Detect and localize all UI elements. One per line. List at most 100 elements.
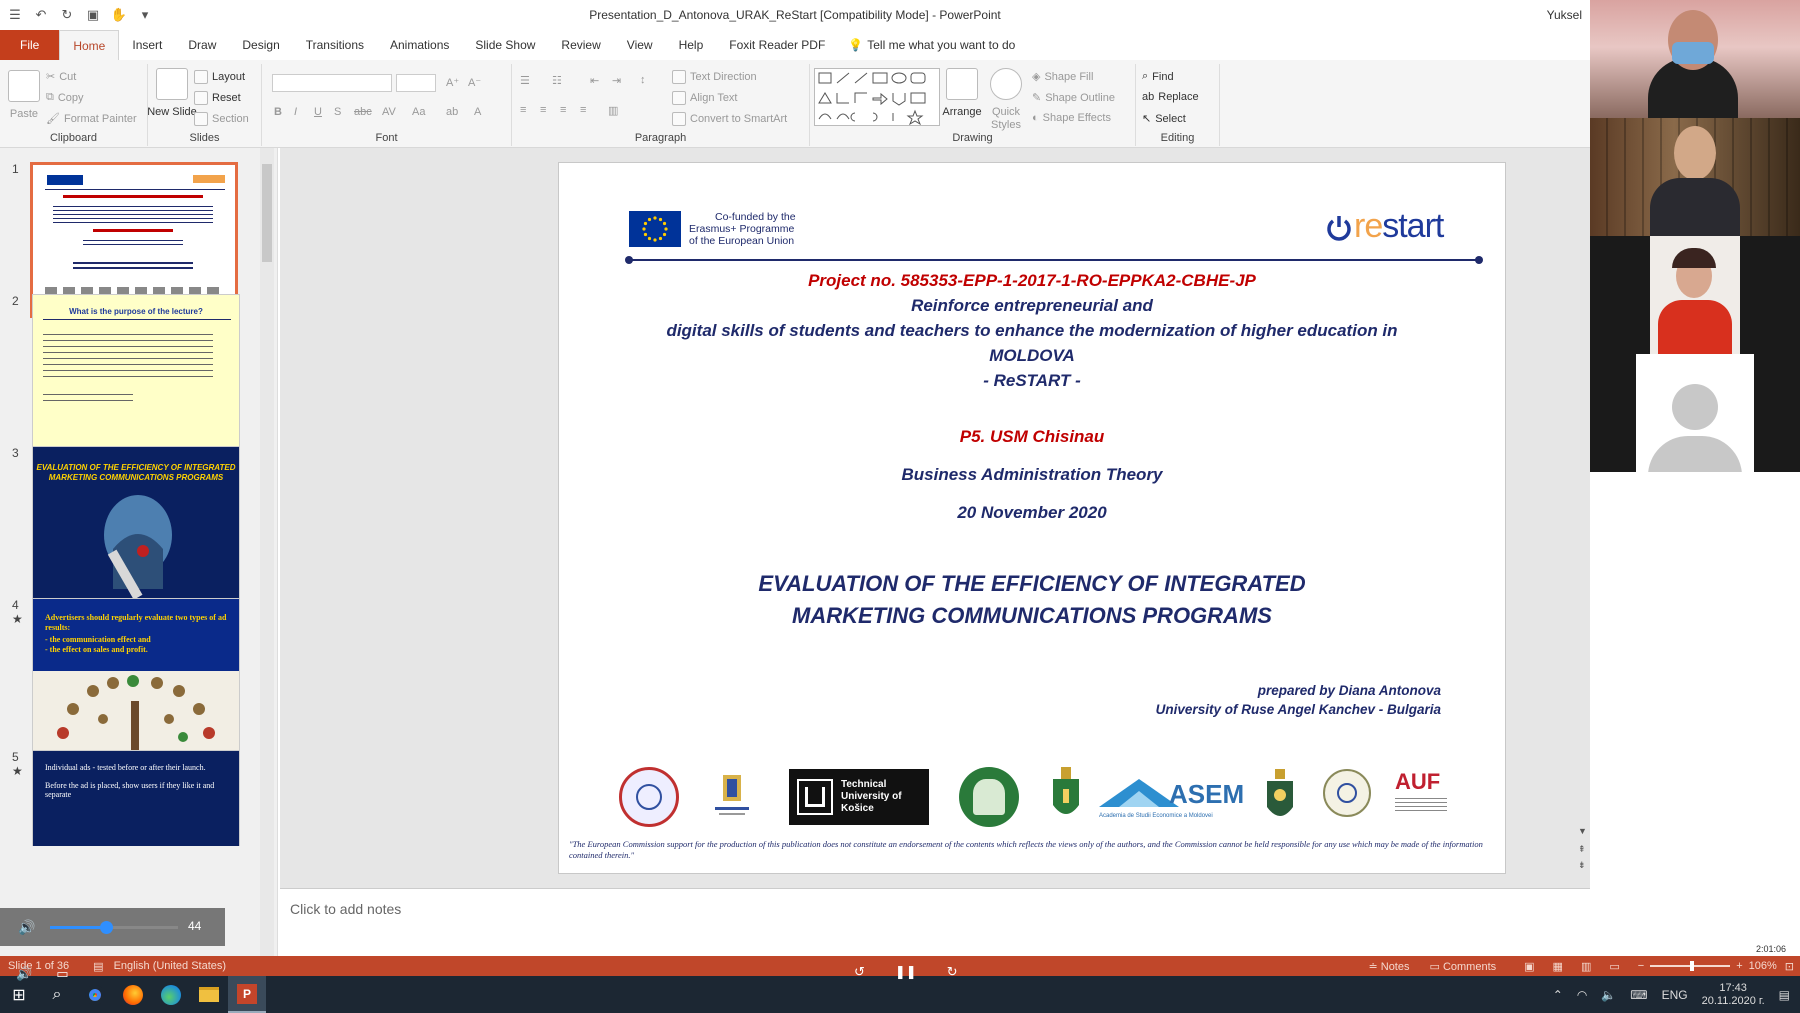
tell-me-box[interactable]: 💡 Tell me what you want to do bbox=[838, 30, 1025, 60]
pause-icon[interactable]: ❚❚ bbox=[895, 964, 917, 980]
replace-button[interactable]: ab Replace bbox=[1142, 91, 1199, 103]
tab-design[interactable]: Design bbox=[229, 30, 292, 60]
volume-knob[interactable] bbox=[100, 921, 114, 934]
quick-styles-button[interactable]: Quick Styles bbox=[986, 68, 1026, 132]
zoom-slider[interactable] bbox=[1650, 961, 1731, 971]
forward-30-icon[interactable]: ↻ bbox=[947, 964, 958, 980]
speaker-icon[interactable]: 🔊 bbox=[18, 919, 35, 936]
text-direction-button[interactable]: Text Direction bbox=[672, 70, 757, 84]
chevron-up-icon[interactable]: ⌃ bbox=[1553, 988, 1563, 1002]
keyboard-icon[interactable]: ⌨ bbox=[1630, 988, 1647, 1002]
underline-button[interactable]: U bbox=[314, 106, 322, 118]
copy-button[interactable]: ⧉ Copy bbox=[46, 91, 84, 104]
font-name-input[interactable] bbox=[272, 74, 392, 92]
decrease-indent-button[interactable]: ⇤ bbox=[590, 74, 599, 87]
zoom-knob[interactable] bbox=[1690, 961, 1695, 971]
grow-font-button[interactable]: A⁺ bbox=[446, 76, 459, 89]
bullets-button[interactable]: ☰ bbox=[520, 74, 530, 87]
shape-outline-button[interactable]: ✎ Shape Outline bbox=[1032, 91, 1115, 105]
zoom-in-icon[interactable]: + bbox=[1736, 960, 1742, 972]
scrollbar-thumb[interactable] bbox=[262, 164, 272, 262]
tab-insert[interactable]: Insert bbox=[119, 30, 175, 60]
tab-file[interactable]: File bbox=[0, 30, 60, 60]
notes-button[interactable]: ≐ Notes bbox=[1368, 960, 1409, 973]
cut-button[interactable]: ✂ Cut bbox=[46, 70, 76, 84]
chrome-icon[interactable] bbox=[76, 976, 114, 1013]
next-slide-icon[interactable]: ⇟ bbox=[1578, 860, 1586, 871]
tab-home[interactable]: Home bbox=[59, 30, 120, 60]
convert-smartart-button[interactable]: Convert to SmartArt bbox=[672, 112, 787, 126]
tab-draw[interactable]: Draw bbox=[175, 30, 229, 60]
align-text-button[interactable]: Align Text bbox=[672, 91, 738, 105]
increase-indent-button[interactable]: ⇥ bbox=[612, 74, 621, 87]
previous-slide-icon[interactable]: ⇞ bbox=[1578, 844, 1586, 855]
normal-view-icon[interactable]: ▣ bbox=[1524, 960, 1534, 973]
change-case-button[interactable]: Aa bbox=[412, 106, 425, 118]
comments-button[interactable]: ▭ Comments bbox=[1430, 960, 1497, 973]
arrange-button[interactable]: Arrange bbox=[942, 68, 982, 118]
select-button[interactable]: ↖ Select bbox=[1142, 112, 1186, 126]
fit-slide-icon[interactable]: ⊡ bbox=[1785, 960, 1794, 973]
edge-icon[interactable] bbox=[152, 976, 190, 1013]
language-indicator[interactable]: English (United States) bbox=[114, 960, 227, 972]
file-explorer-icon[interactable] bbox=[190, 976, 228, 1013]
thumbnail-slide-4[interactable]: Advertisers should regularly evaluate tw… bbox=[32, 598, 240, 754]
shapes-gallery[interactable] bbox=[814, 68, 940, 126]
chat-icon[interactable]: ▭ bbox=[56, 966, 68, 982]
bold-button[interactable]: B bbox=[274, 106, 282, 118]
tab-animations[interactable]: Animations bbox=[377, 30, 462, 60]
numbering-button[interactable]: ☷ bbox=[552, 74, 562, 87]
highlight-button[interactable]: ab bbox=[446, 106, 458, 118]
slide-sorter-icon[interactable]: ▦ bbox=[1553, 960, 1563, 973]
firefox-icon[interactable] bbox=[114, 976, 152, 1013]
reading-view-icon[interactable]: ▥ bbox=[1581, 960, 1591, 973]
slideshow-view-icon[interactable]: ▭ bbox=[1609, 960, 1619, 973]
find-button[interactable]: ⌕ Find bbox=[1142, 70, 1174, 83]
columns-button[interactable]: ▥ bbox=[608, 104, 618, 117]
tab-review[interactable]: Review bbox=[548, 30, 613, 60]
strikethrough-button[interactable]: abc bbox=[354, 106, 372, 118]
current-slide[interactable]: Co-funded by the Erasmus+ Programme of t… bbox=[558, 162, 1506, 874]
shrink-font-button[interactable]: A⁻ bbox=[468, 76, 481, 89]
font-size-input[interactable] bbox=[396, 74, 436, 92]
spellcheck-icon[interactable]: ▤ bbox=[93, 960, 103, 973]
powerpoint-taskbar-icon[interactable]: P bbox=[228, 976, 266, 1013]
volume-slider[interactable] bbox=[50, 921, 178, 934]
shadow-button[interactable]: S bbox=[334, 106, 341, 118]
clock[interactable]: 17:43 20.11.2020 г. bbox=[1702, 982, 1765, 1008]
tab-view[interactable]: View bbox=[614, 30, 666, 60]
thumbnail-slide-5[interactable]: Individual ads - tested before or after … bbox=[32, 750, 240, 846]
line-spacing-button[interactable]: ↕ bbox=[640, 74, 646, 86]
volume-icon[interactable]: 🔈 bbox=[1601, 988, 1616, 1002]
font-color-button[interactable]: A bbox=[474, 106, 481, 118]
align-center-button[interactable]: ≡ bbox=[540, 104, 546, 116]
zoom-out-icon[interactable]: − bbox=[1638, 960, 1644, 972]
network-icon[interactable]: ◠ bbox=[1577, 988, 1587, 1002]
thumbnail-scrollbar[interactable] bbox=[260, 148, 274, 956]
user-name[interactable]: Yuksel bbox=[1547, 8, 1582, 22]
layout-button[interactable]: Layout bbox=[194, 70, 245, 84]
shape-effects-button[interactable]: ◐ Shape Effects bbox=[1032, 112, 1111, 124]
tab-help[interactable]: Help bbox=[666, 30, 717, 60]
align-left-button[interactable]: ≡ bbox=[520, 104, 526, 116]
video-tile-participant-2[interactable] bbox=[1590, 118, 1800, 236]
thumbnail-slide-3[interactable]: EVALUATION OF THE EFFICIENCY OF INTEGRAT… bbox=[32, 446, 240, 602]
format-painter-button[interactable]: 🖌 Format Painter bbox=[46, 112, 137, 126]
shape-fill-button[interactable]: ◈ Shape Fill bbox=[1032, 70, 1093, 84]
notes-pane[interactable]: Click to add notes bbox=[280, 888, 1590, 956]
speaker-icon[interactable]: 🔊 bbox=[16, 966, 32, 982]
input-language[interactable]: ENG bbox=[1662, 988, 1688, 1002]
tab-transitions[interactable]: Transitions bbox=[293, 30, 377, 60]
paste-button[interactable]: Paste bbox=[6, 70, 42, 120]
section-button[interactable]: Section bbox=[194, 112, 249, 126]
reset-button[interactable]: Reset bbox=[194, 91, 241, 105]
new-slide-button[interactable]: New Slide bbox=[147, 68, 197, 118]
video-tile-participant-1[interactable] bbox=[1590, 0, 1800, 118]
notifications-icon[interactable]: ▤ bbox=[1779, 988, 1790, 1002]
rewind-10-icon[interactable]: ↺ bbox=[854, 964, 865, 980]
video-tile-participant-3[interactable] bbox=[1650, 236, 1740, 354]
align-right-button[interactable]: ≡ bbox=[560, 104, 566, 116]
thumbnail-slide-2[interactable]: What is the purpose of the lecture? bbox=[32, 294, 240, 450]
scroll-down-icon[interactable]: ▼ bbox=[1578, 826, 1587, 836]
editor-scrollbar[interactable]: ▼ ⇞ ⇟ bbox=[1576, 148, 1590, 888]
